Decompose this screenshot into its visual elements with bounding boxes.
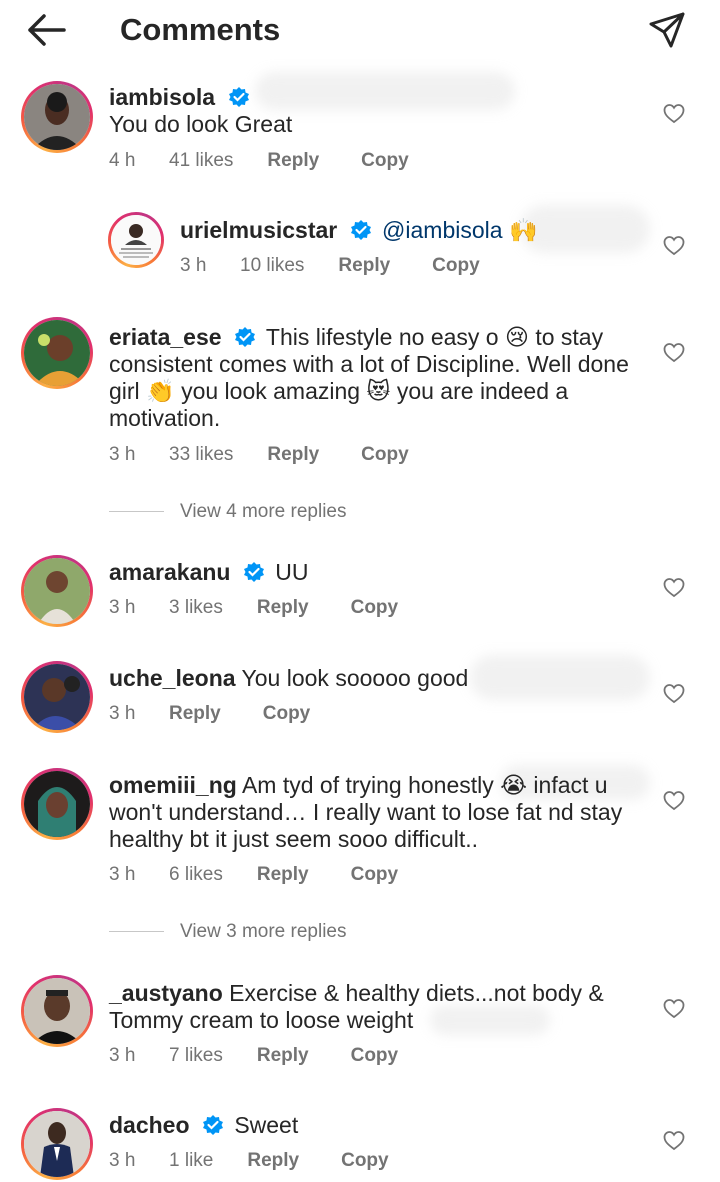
username[interactable]: uche_leona [109,665,236,691]
timestamp: 4 h [109,150,136,171]
copy-button[interactable]: Copy [263,702,311,726]
avatar[interactable] [21,555,93,627]
timestamp: 3 h [180,255,207,276]
likes-count[interactable]: 6 likes [169,863,223,887]
view-more-replies[interactable]: View 3 more replies [109,920,347,944]
avatar[interactable] [21,81,93,153]
timestamp: 3 h [109,1150,136,1171]
comment-text: eriata_ese This lifestyle no easy o 😢 to… [109,324,654,432]
likes-count[interactable]: 1 like [169,1149,213,1173]
heart-icon[interactable] [663,998,685,1020]
heart-icon[interactable] [663,342,685,364]
view-more-label[interactable]: View 4 more replies [180,501,347,522]
copy-button[interactable]: Copy [361,149,409,173]
avatar[interactable] [21,975,93,1047]
mention-link[interactable]: @iambisola [382,217,503,243]
reply-button[interactable]: Reply [257,596,309,620]
verified-badge-icon [350,220,371,240]
heart-icon[interactable] [663,577,685,599]
likes-count[interactable]: 10 likes [240,254,304,278]
comment-meta: 3 h 33 likes Reply Copy [109,443,409,467]
heart-icon[interactable] [663,235,685,257]
avatar[interactable] [108,212,164,268]
reply-button[interactable]: Reply [267,443,319,467]
comment-meta: 3 h Reply Copy [109,702,310,726]
verified-badge-icon [228,87,249,107]
username[interactable]: amarakanu [109,559,230,585]
comment-body: You look sooooo good [241,665,469,691]
username[interactable]: urielmusicstar [180,217,337,243]
comment-body: 🙌 [508,217,538,243]
divider-line [109,931,164,933]
verified-badge-icon [202,1115,223,1135]
reply-button[interactable]: Reply [169,702,221,726]
comment-meta: 3 h 10 likes Reply Copy [180,254,480,278]
reply-button[interactable]: Reply [247,1149,299,1173]
heart-icon[interactable] [663,683,685,705]
timestamp: 3 h [109,597,136,618]
arrow-left-icon [28,14,66,46]
copy-button[interactable]: Copy [351,1044,399,1068]
comment-text: dacheo Sweet [109,1112,654,1139]
timestamp: 3 h [109,703,136,724]
divider-line [109,511,164,513]
comment-body: UU [275,559,309,585]
copy-button[interactable]: Copy [351,596,399,620]
username[interactable]: _austyano [109,980,223,1006]
reply-button[interactable]: Reply [338,254,390,278]
comment-meta: 3 h 3 likes Reply Copy [109,596,398,620]
copy-button[interactable]: Copy [361,443,409,467]
verified-badge-icon [234,327,255,347]
copy-button[interactable]: Copy [341,1149,389,1173]
comment-text: uche_leona You look sooooo good [109,665,654,692]
comment-text: iambisola You do look Great [109,84,654,138]
avatar[interactable] [21,768,93,840]
copy-button[interactable]: Copy [432,254,480,278]
heart-icon[interactable] [663,103,685,125]
comment-body: Sweet [234,1112,299,1138]
copy-button[interactable]: Copy [351,863,399,887]
comment-body: You do look Great [109,111,293,137]
likes-count[interactable]: 7 likes [169,1044,223,1068]
heart-icon[interactable] [663,1130,685,1152]
comment-text: urielmusicstar @iambisola 🙌 [180,217,654,244]
comment-text: _austyano Exercise & healthy diets...not… [109,980,654,1034]
comment-text: omemiii_ng Am tyd of trying honestly 😭 i… [109,772,654,853]
likes-count[interactable]: 33 likes [169,443,233,467]
timestamp: 3 h [109,444,136,465]
avatar[interactable] [21,317,93,389]
timestamp: 3 h [109,1045,136,1066]
header-bar: Comments [0,0,720,60]
comment-text: amarakanu UU [109,559,654,586]
paper-plane-icon [649,12,685,48]
comment-meta: 3 h 7 likes Reply Copy [109,1044,398,1068]
username[interactable]: iambisola [109,84,215,110]
timestamp: 3 h [109,864,136,885]
username[interactable]: eriata_ese [109,324,222,350]
verified-badge-icon [243,562,264,582]
view-more-label[interactable]: View 3 more replies [180,921,347,942]
likes-count[interactable]: 3 likes [169,596,223,620]
comment-meta: 4 h 41 likes Reply Copy [109,149,409,173]
heart-icon[interactable] [663,790,685,812]
username[interactable]: omemiii_ng [109,772,237,798]
comment-meta: 3 h 6 likes Reply Copy [109,863,398,887]
avatar[interactable] [21,661,93,733]
likes-count[interactable]: 41 likes [169,149,233,173]
page-title: Comments [120,12,281,47]
reply-button[interactable]: Reply [257,1044,309,1068]
share-button[interactable] [645,8,689,52]
reply-button[interactable]: Reply [257,863,309,887]
reply-button[interactable]: Reply [267,149,319,173]
username[interactable]: dacheo [109,1112,190,1138]
back-button[interactable] [24,10,68,50]
view-more-replies[interactable]: View 4 more replies [109,500,347,524]
comment-meta: 3 h 1 like Reply Copy [109,1149,389,1173]
avatar[interactable] [21,1108,93,1180]
